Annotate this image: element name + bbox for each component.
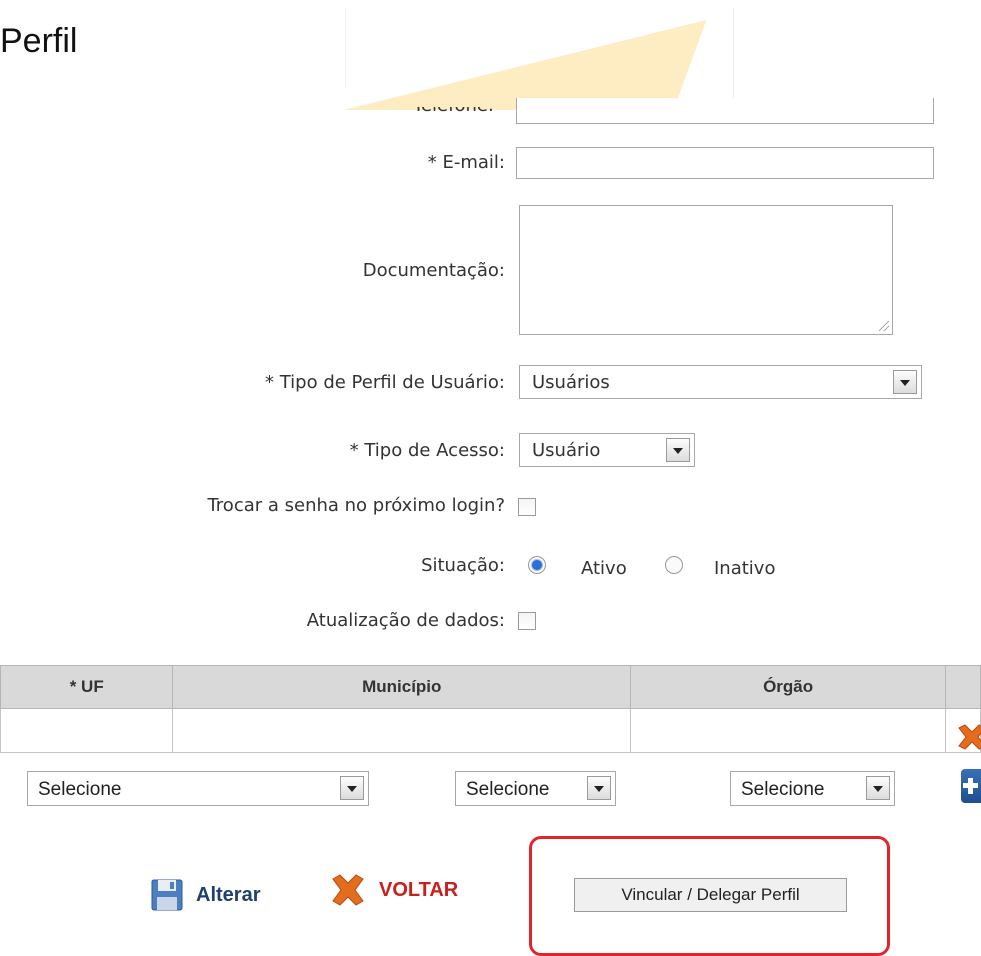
chevron-down-icon[interactable] — [587, 776, 611, 800]
email-label: * E-mail: — [427, 152, 505, 173]
orgao-select-value: Selecione — [741, 779, 825, 800]
table-cell-uf — [0, 708, 174, 753]
alterar-button[interactable]: Alterar — [150, 878, 280, 914]
telefone-field[interactable] — [516, 98, 934, 124]
chevron-down-icon[interactable] — [866, 776, 890, 800]
atualizacao-label: Atualização de dados: — [306, 610, 505, 631]
municipio-select[interactable]: Selecione — [455, 771, 616, 806]
column-header-actions — [945, 665, 981, 709]
telefone-label: Telefone: — [413, 95, 494, 116]
trocar-senha-checkbox[interactable] — [518, 498, 536, 516]
column-header-municipio: Município — [172, 665, 632, 709]
tipo-acesso-select[interactable]: Usuário — [519, 433, 695, 467]
column-header-orgao: Órgão — [630, 665, 947, 709]
voltar-label: VOLTAR — [379, 879, 459, 901]
voltar-button[interactable]: VOLTAR — [330, 874, 500, 914]
tipo-acesso-value: Usuário — [532, 440, 601, 461]
column-header-uf: * UF — [0, 665, 174, 709]
floppy-icon — [151, 879, 183, 911]
delete-row-x-icon[interactable] — [956, 724, 981, 750]
uf-select[interactable]: Selecione — [27, 771, 369, 806]
table-row — [0, 708, 981, 753]
chevron-down-icon[interactable] — [340, 776, 364, 800]
situacao-ativo-radio[interactable] — [528, 556, 546, 574]
orgao-select[interactable]: Selecione — [730, 771, 895, 806]
background-watermark — [340, 0, 740, 110]
situacao-ativo-label: Ativo — [581, 558, 627, 579]
tipo-perfil-label: * Tipo de Perfil de Usuário: — [265, 372, 505, 393]
resize-grip-icon[interactable] — [879, 321, 889, 331]
email-field[interactable] — [516, 147, 934, 179]
add-row-plus-icon[interactable] — [961, 769, 981, 803]
documentacao-label: Documentação: — [362, 260, 505, 281]
alterar-label: Alterar — [196, 884, 261, 906]
municipio-select-value: Selecione — [466, 779, 550, 800]
situacao-inativo-radio[interactable] — [665, 556, 683, 574]
table-cell-orgao — [630, 708, 947, 753]
tipo-acesso-label: * Tipo de Acesso: — [349, 440, 505, 461]
chevron-down-icon[interactable] — [666, 438, 690, 462]
uf-select-value: Selecione — [38, 779, 122, 800]
tipo-perfil-select[interactable]: Usuários — [519, 365, 922, 399]
trocar-senha-label: Trocar a senha no próximo login? — [207, 495, 505, 516]
tipo-perfil-value: Usuários — [532, 372, 610, 393]
atualizacao-checkbox[interactable] — [518, 612, 536, 630]
situacao-inativo-label: Inativo — [714, 558, 776, 579]
documentacao-textarea[interactable] — [519, 205, 893, 335]
table-header-row: * UF Município Órgão — [0, 665, 981, 709]
page-title: Perfil — [0, 22, 78, 60]
chevron-down-icon[interactable] — [893, 370, 917, 394]
vinculo-table: * UF Município Órgão — [0, 665, 981, 753]
highlight-box — [529, 836, 890, 956]
x-icon — [332, 874, 364, 906]
situacao-label: Situação: — [421, 555, 505, 576]
table-cell-municipio — [172, 708, 632, 753]
